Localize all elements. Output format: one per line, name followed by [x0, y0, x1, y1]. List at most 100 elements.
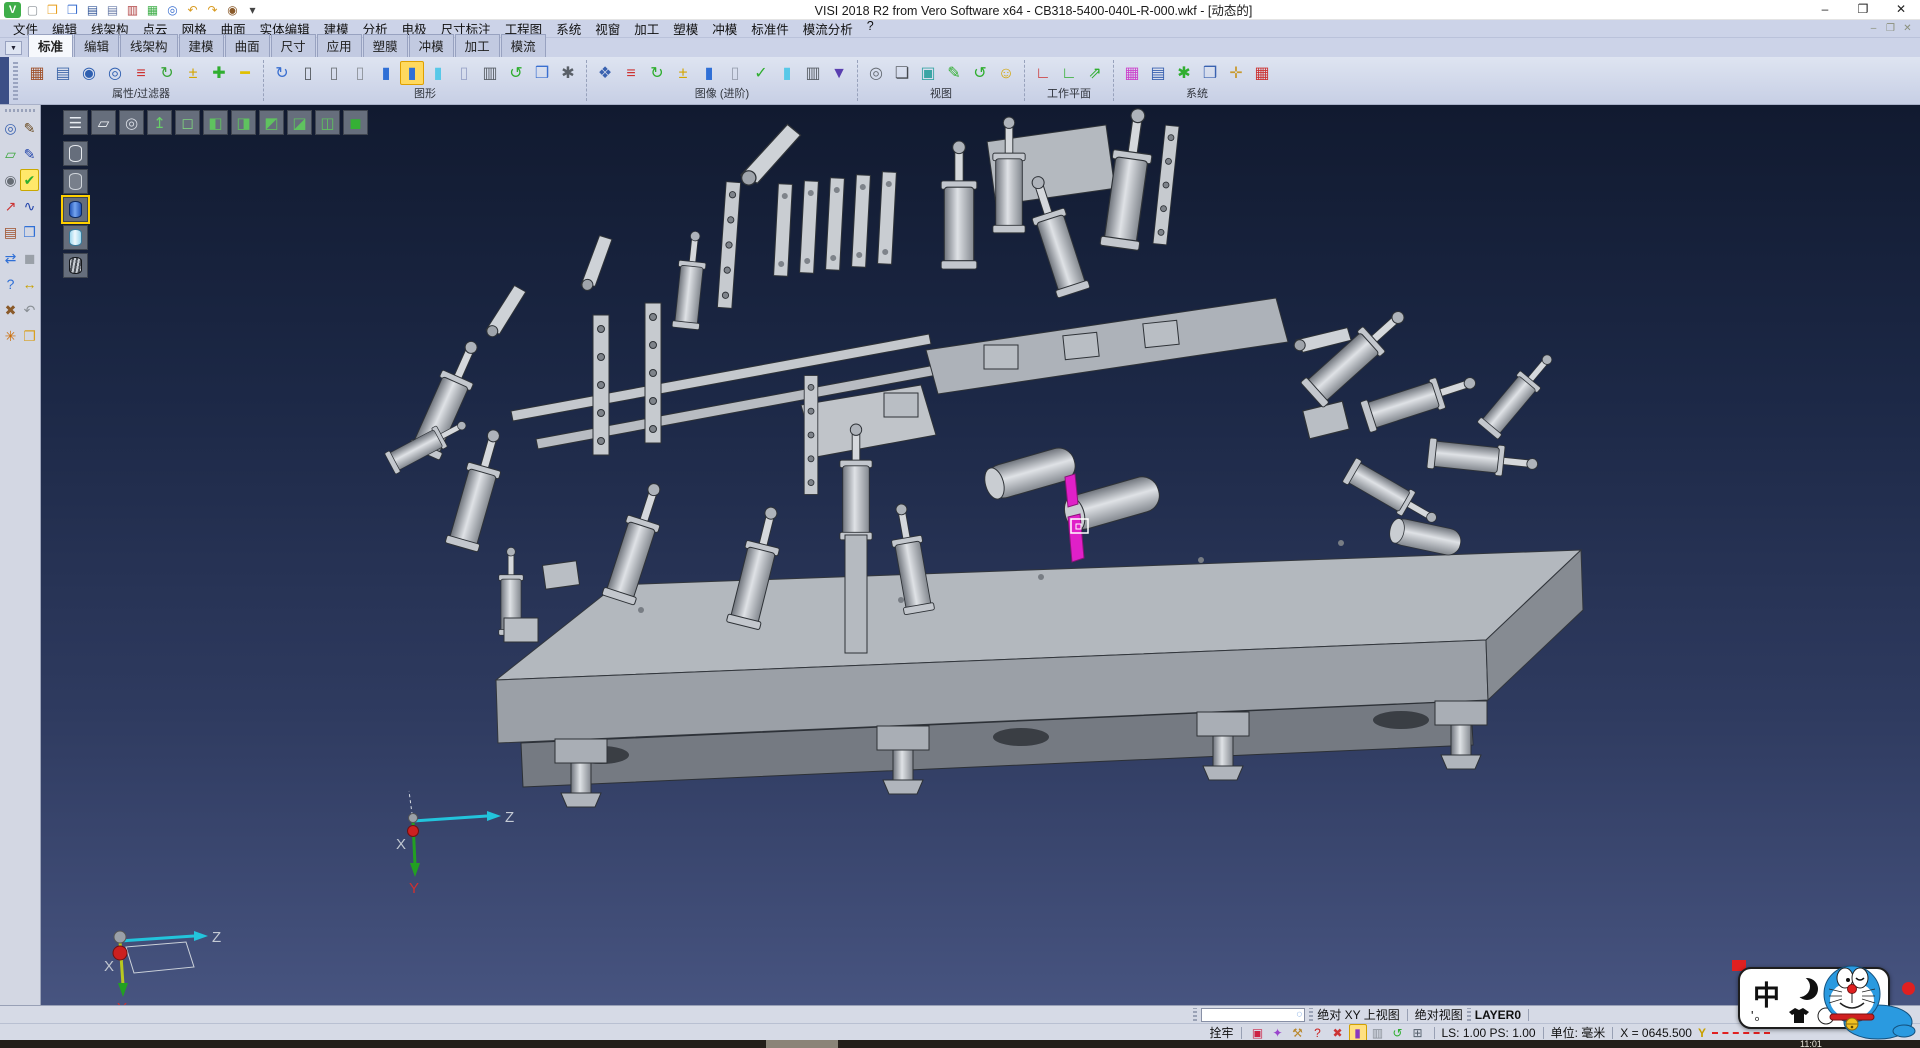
menu-help[interactable]: ? [860, 19, 881, 38]
wireframe-mode-icon[interactable] [63, 141, 88, 166]
save-as-icon[interactable]: ▤ [104, 2, 121, 18]
tab-edit[interactable]: 编辑 [74, 34, 119, 57]
shaded-edges-cylinder-icon[interactable]: ▮ [400, 61, 424, 85]
plot-icon[interactable]: ▦ [144, 2, 161, 18]
restore-button[interactable]: ❐ [1844, 0, 1882, 20]
tab-die[interactable]: 冲模 [409, 34, 454, 57]
edit-curve-icon[interactable]: ✎ [20, 143, 39, 165]
new-file-icon[interactable]: ▢ [24, 2, 41, 18]
modify-hammer-icon[interactable]: ⚒ [1289, 1024, 1307, 1042]
visi-logo[interactable]: V [4, 2, 21, 18]
page-preview-icon[interactable]: ▤ [51, 61, 75, 85]
solid-cube-icon[interactable]: ◼ [20, 247, 39, 269]
tab-machining[interactable]: 加工 [455, 34, 500, 57]
menu-die[interactable]: 冲模 [705, 19, 744, 38]
hatched-mode-icon[interactable] [63, 253, 88, 278]
hatch-view-cylinder-icon[interactable]: ▥ [801, 61, 825, 85]
units-indicator[interactable]: 单位: 毫米 [1551, 1024, 1606, 1041]
regen-shading-icon[interactable]: ↻ [270, 61, 294, 85]
toolbar-dropdown-caret[interactable]: ▼ [5, 41, 22, 55]
origin-axis-icon[interactable]: ↥ [147, 110, 172, 135]
view-cube-top-icon[interactable]: ◪ [287, 110, 312, 135]
import-file-icon[interactable]: ❒ [64, 2, 81, 18]
mdi-restore-button[interactable]: ❐ [1882, 23, 1899, 34]
snap-toggle-icon[interactable]: ✖ [1329, 1024, 1347, 1042]
undo-icon[interactable]: ↶ [184, 2, 201, 18]
layer-attributes-icon[interactable]: ▤ [1, 221, 20, 243]
tab-molding[interactable]: 塑膜 [363, 34, 408, 57]
box-show-add-icon[interactable]: ❖ [593, 61, 617, 85]
grid-panel-icon[interactable]: ▦ [1250, 61, 1274, 85]
measure-icon[interactable]: ↔ [20, 273, 39, 295]
spline-edit-icon[interactable]: ∿ [20, 195, 39, 217]
tab-wireframe[interactable]: 线架构 [120, 34, 178, 57]
menu-window[interactable]: 视窗 [588, 19, 627, 38]
options-wrench-icon[interactable]: ✱ [1172, 61, 1196, 85]
viewport-menu-icon[interactable]: ☰ [63, 110, 88, 135]
grid-window-icon[interactable]: ⊞ [1409, 1024, 1427, 1042]
highlight-cylinder-icon[interactable]: ▮ [775, 61, 799, 85]
add-visible-icon[interactable]: ✚ [207, 61, 231, 85]
snap-lock-label[interactable]: 拴牢 [1209, 1024, 1233, 1041]
hidden-line-mode-icon[interactable] [63, 169, 88, 194]
plusminus-filter-icon[interactable]: ± [671, 61, 695, 85]
tab-application[interactable]: 应用 [317, 34, 362, 57]
render-smiley-icon[interactable]: ☺ [994, 61, 1018, 85]
zoom-search-icon[interactable]: ◎ [864, 61, 888, 85]
hatched-cylinder-icon[interactable]: ▥ [478, 61, 502, 85]
selection-wand-icon[interactable]: ✦ [1269, 1024, 1287, 1042]
remove-visible-icon[interactable]: ━ [233, 61, 257, 85]
redraw-pencil-icon[interactable]: ✎ [942, 61, 966, 85]
view-cube-left-icon[interactable]: ◨ [231, 110, 256, 135]
menu-mold[interactable]: 塑模 [666, 19, 705, 38]
workplane-align-icon[interactable]: ∟ [1057, 61, 1081, 85]
regenerate-icon[interactable]: ⇄ [1, 247, 20, 269]
workplane-tile-icon[interactable]: ▱ [91, 110, 116, 135]
export-icon[interactable]: ▥ [124, 2, 141, 18]
color-palette-icon[interactable]: ▦ [1120, 61, 1144, 85]
regen-view-icon[interactable]: ↺ [968, 61, 992, 85]
view-mode-indicator[interactable]: 绝对 XY 上视图 [1317, 1006, 1399, 1023]
toolbar-drag-handle[interactable] [13, 61, 18, 100]
workplane-grid-icon[interactable]: ▱ [1, 143, 20, 165]
zoom-model-icon[interactable]: ◎ [119, 110, 144, 135]
hide-remove-eye-icon[interactable]: ◎ [103, 61, 127, 85]
menu-system[interactable]: 系统 [549, 19, 588, 38]
delete-icon[interactable]: ✖ [1, 299, 20, 321]
flat-cylinder-icon[interactable]: ▯ [452, 61, 476, 85]
menu-machining[interactable]: 加工 [627, 19, 666, 38]
ime-punctuation-toggle[interactable]: '。 [1751, 1005, 1768, 1024]
toolbar-options-caret[interactable]: ▾ [244, 2, 261, 18]
base-plate[interactable] [496, 540, 1583, 787]
shaded-mode-icon[interactable] [63, 197, 88, 222]
tab-dimension[interactable]: 尺寸 [271, 34, 316, 57]
check-cylinder-icon[interactable]: ✓ [749, 61, 773, 85]
visibility-traffic-light-icon[interactable]: ≡ [129, 61, 153, 85]
shaded-cylinder-icon[interactable]: ▮ [374, 61, 398, 85]
close-button[interactable]: ✕ [1882, 0, 1920, 20]
workplane-move-icon[interactable]: ⇗ [1083, 61, 1107, 85]
view-cube-back-icon[interactable]: ◧ [203, 110, 228, 135]
cone-view-icon[interactable]: ▼ [827, 61, 851, 85]
zoom-solid-icon[interactable]: ◉ [1, 169, 20, 191]
tab-standard[interactable]: 标准 [28, 34, 73, 57]
traffic-filter-icon[interactable]: ≡ [619, 61, 643, 85]
flat-view-cylinder-icon[interactable]: ▯ [723, 61, 747, 85]
open-recent-icon[interactable]: ❐ [20, 325, 39, 347]
mdi-close-button[interactable]: ✕ [1899, 23, 1916, 34]
hidden-line-cylinder-icon[interactable]: ▯ [322, 61, 346, 85]
attributes-trash-icon[interactable]: ▦ [25, 61, 49, 85]
status-search-input[interactable] [1202, 1009, 1296, 1021]
undo-step-icon[interactable]: ↶ [20, 299, 39, 321]
lock-entities-icon[interactable]: ▣ [1249, 1024, 1267, 1042]
wireframe-cylinder-icon[interactable]: ▯ [296, 61, 320, 85]
active-layer-indicator[interactable]: LAYER0 [1475, 1008, 1521, 1022]
cad-model[interactable]: Z Y X Z Y [41, 105, 1920, 1005]
view-cube-bottom-icon[interactable]: ◫ [315, 110, 340, 135]
windows-layout-icon[interactable]: ❒ [20, 221, 39, 243]
view-cube-front-icon[interactable]: ◻ [175, 110, 200, 135]
open-file-icon[interactable]: ❒ [44, 2, 61, 18]
context-help-icon[interactable]: ? [1309, 1024, 1327, 1042]
move-ucs-icon[interactable]: ↗ [1, 195, 20, 217]
view-reference-indicator[interactable]: 绝对视图 [1415, 1006, 1463, 1023]
